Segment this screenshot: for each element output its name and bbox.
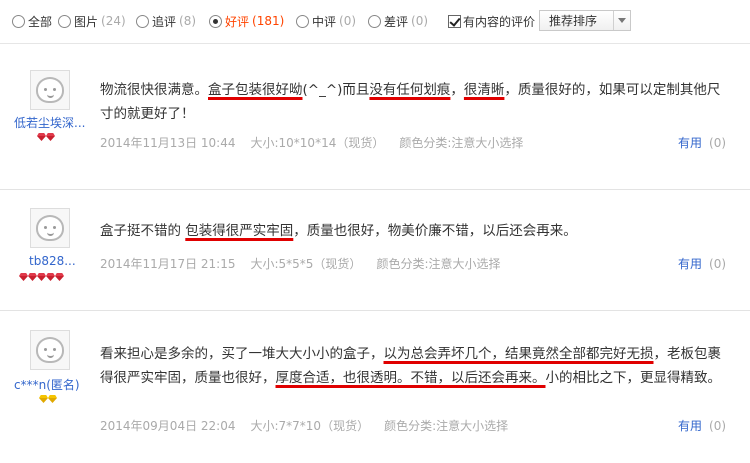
buyer-rank-badge <box>37 133 55 141</box>
review-content: 物流很快很满意。盒子包装很好呦(^_^)而且没有任何划痕，很清晰，质量很好的，如… <box>100 82 721 122</box>
sort-selected-label: 推荐排序 <box>549 14 598 28</box>
buyer-rank-badge <box>19 273 64 281</box>
review-size: 大小:5*5*5（现货） <box>250 257 362 271</box>
red-heart-gem-icon <box>37 273 46 281</box>
sort-dropdown[interactable]: 推荐排序 <box>539 10 631 31</box>
username[interactable]: tb828... <box>29 254 76 268</box>
default-avatar-icon <box>36 77 64 103</box>
buyer-rank-badge <box>39 395 57 403</box>
filter-neutral-label: 中评 <box>312 14 337 29</box>
avatar[interactable] <box>30 70 70 110</box>
gold-crown-gem-icon <box>48 395 57 403</box>
default-avatar-icon <box>36 337 64 363</box>
red-heart-gem-icon <box>28 273 37 281</box>
filter-followup-label: 追评 <box>152 14 177 29</box>
useful-vote: 有用 (0) <box>678 134 726 151</box>
review-date: 2014年11月13日 10:44 <box>100 136 236 150</box>
username[interactable]: 低若尘埃深... <box>14 114 85 131</box>
radio-all[interactable] <box>12 14 25 28</box>
filter-images-count: (24) <box>101 14 126 28</box>
avatar[interactable] <box>30 208 70 248</box>
filter-positive-label: 好评 <box>225 14 250 29</box>
useful-button[interactable]: 有用 <box>678 419 702 433</box>
review-size: 大小:10*10*14（现货） <box>250 136 385 150</box>
review-content: 盒子挺不错的 包装得很严实牢固，质量也很好，物美价廉不错，以后还会再来。 <box>100 223 577 239</box>
content-filter-label: 有内容的评价 <box>463 14 536 29</box>
red-heart-gem-icon <box>37 133 46 141</box>
useful-count: (0) <box>709 419 727 433</box>
filter-negative-label: 差评 <box>384 14 409 29</box>
review-meta: 2014年09月04日 22:04 大小:7*7*10（现货） 颜色分类:注意大… <box>100 417 523 434</box>
radio-neutral[interactable] <box>296 14 309 28</box>
useful-button[interactable]: 有用 <box>678 257 702 271</box>
useful-button[interactable]: 有用 <box>678 136 702 150</box>
review-meta: 2014年11月13日 10:44 大小:10*10*14（现货） 颜色分类:注… <box>100 134 538 151</box>
red-heart-gem-icon <box>19 273 28 281</box>
radio-images[interactable] <box>58 14 71 28</box>
filter-all-label: 全部 <box>28 14 53 29</box>
default-avatar-icon <box>36 215 64 241</box>
filter-followup-count: (8) <box>179 14 197 28</box>
filter-negative[interactable]: 差评 (0) <box>368 12 428 30</box>
filter-negative-count: (0) <box>411 14 429 28</box>
content-filter[interactable]: 有内容的评价 <box>448 12 535 30</box>
review-date: 2014年09月04日 22:04 <box>100 419 236 433</box>
review-color: 颜色分类:注意大小选择 <box>399 136 524 150</box>
red-heart-gem-icon <box>46 273 55 281</box>
filter-positive[interactable]: 好评 (181) <box>209 12 284 30</box>
review-color: 颜色分类:注意大小选择 <box>384 419 509 433</box>
red-heart-gem-icon <box>55 273 64 281</box>
review-size: 大小:7*7*10（现货） <box>250 419 370 433</box>
review-divider <box>0 189 750 190</box>
review-meta: 2014年11月17日 21:15 大小:5*5*5（现货） 颜色分类:注意大小… <box>100 255 515 272</box>
username[interactable]: c***n(匿名) <box>14 376 80 393</box>
useful-vote: 有用 (0) <box>678 255 726 272</box>
filter-positive-count: (181) <box>252 14 285 28</box>
useful-count: (0) <box>709 257 727 271</box>
review-date: 2014年11月17日 21:15 <box>100 257 236 271</box>
filter-all[interactable]: 全部 <box>12 12 52 30</box>
filter-neutral[interactable]: 中评 (0) <box>296 12 356 30</box>
gold-crown-gem-icon <box>39 395 48 403</box>
avatar[interactable] <box>30 330 70 370</box>
chevron-down-icon[interactable] <box>613 11 630 30</box>
radio-positive[interactable] <box>209 14 222 28</box>
review-filter-bar: 全部 图片 (24) 追评 (8) 好评 (181) 中评 (0) 差评 (0)… <box>0 0 750 44</box>
content-filter-checkbox[interactable] <box>448 14 461 28</box>
review-divider <box>0 310 750 311</box>
red-heart-gem-icon <box>46 133 55 141</box>
filter-followup[interactable]: 追评 (8) <box>136 12 196 30</box>
filter-images-label: 图片 <box>74 14 99 29</box>
review-content: 看来担心是多余的，买了一堆大大小小的盒子，以为总会弄坏几个，结果竟然全部都完好无… <box>100 346 721 386</box>
useful-count: (0) <box>709 136 727 150</box>
filter-images[interactable]: 图片 (24) <box>58 12 126 30</box>
useful-vote: 有用 (0) <box>678 417 726 434</box>
radio-followup[interactable] <box>136 14 149 28</box>
filter-neutral-count: (0) <box>339 14 357 28</box>
radio-negative[interactable] <box>368 14 381 28</box>
review-color: 颜色分类:注意大小选择 <box>376 257 501 271</box>
